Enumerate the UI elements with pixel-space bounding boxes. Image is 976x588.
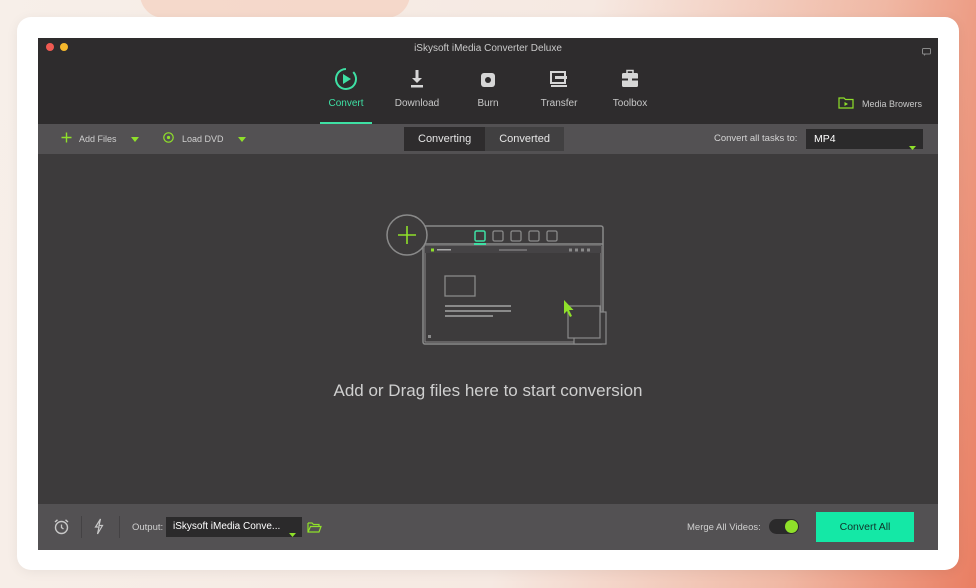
media-browser-button[interactable]: Media Browers (838, 96, 922, 111)
merge-all-videos-label: Merge All Videos: (687, 522, 761, 533)
dvd-disc-icon (163, 132, 174, 145)
add-files-button[interactable]: Add Files (61, 132, 139, 145)
tab-download[interactable]: Download (382, 66, 452, 124)
chevron-down-icon (289, 525, 296, 545)
convert-icon (311, 66, 381, 92)
divider (81, 516, 82, 538)
output-format-select[interactable]: MP4 (806, 129, 923, 150)
media-browser-label: Media Browers (861, 98, 922, 109)
title-and-nav-bar: iSkysoft iMedia Converter Deluxe Convert (38, 38, 938, 124)
background-blob (140, 0, 410, 18)
load-dvd-dropdown-icon[interactable] (237, 134, 246, 144)
merge-all-videos-toggle[interactable] (769, 519, 799, 534)
add-files-dropdown-icon[interactable] (130, 134, 139, 144)
app-window: iSkysoft iMedia Converter Deluxe Convert (38, 38, 938, 550)
convert-all-tasks-label: Convert all tasks to: (714, 133, 798, 144)
output-folder-value: iSkysoft iMedia Conve... (173, 521, 281, 532)
output-format-value: MP4 (814, 133, 836, 145)
high-speed-lightning-icon[interactable] (93, 518, 105, 540)
add-files-label: Add Files (79, 133, 117, 144)
tab-burn[interactable]: Burn (453, 66, 523, 124)
tab-toolbox[interactable]: Toolbox (595, 66, 665, 124)
tab-burn-label: Burn (477, 98, 499, 109)
convert-all-button[interactable]: Convert All (816, 512, 914, 542)
toolbox-icon (595, 66, 665, 92)
window-title: iSkysoft iMedia Converter Deluxe (414, 43, 562, 54)
load-dvd-label: Load DVD (182, 133, 224, 144)
folder-play-icon (838, 96, 862, 111)
output-folder-select[interactable]: iSkysoft iMedia Conve... (166, 517, 302, 537)
tab-toolbox-label: Toolbox (612, 98, 648, 109)
divider (119, 516, 120, 538)
tab-convert-label: Convert (328, 98, 364, 109)
tab-converting[interactable]: Converting (404, 127, 486, 151)
bottom-bar: Output: iSkysoft iMedia Conve... Merge A… (38, 504, 938, 550)
transfer-icon (524, 66, 594, 92)
open-folder-icon[interactable] (307, 520, 322, 538)
toggle-knob (785, 520, 798, 533)
tab-convert[interactable]: Convert (311, 66, 381, 124)
plus-icon (61, 132, 72, 145)
tab-converted[interactable]: Converted (485, 127, 564, 151)
tab-transfer-label: Transfer (540, 98, 578, 109)
download-icon (382, 66, 452, 92)
load-dvd-button[interactable]: Load DVD (163, 132, 246, 145)
drop-zone[interactable]: Add or Drag files here to start conversi… (38, 154, 938, 504)
tab-transfer[interactable]: Transfer (524, 66, 594, 124)
conversion-status-tabs: Converting Converted (404, 127, 564, 151)
task-toolbar: Add Files Load DVD Converting Converted … (38, 124, 938, 154)
schedule-alarm-icon[interactable] (53, 518, 70, 540)
add-files-illustration (386, 214, 616, 359)
tab-download-label: Download (394, 98, 440, 109)
feedback-chat-icon[interactable] (922, 43, 931, 61)
output-label: Output: (132, 522, 164, 533)
burn-icon (453, 66, 523, 92)
drop-hint-text: Add or Drag files here to start conversi… (333, 381, 643, 400)
